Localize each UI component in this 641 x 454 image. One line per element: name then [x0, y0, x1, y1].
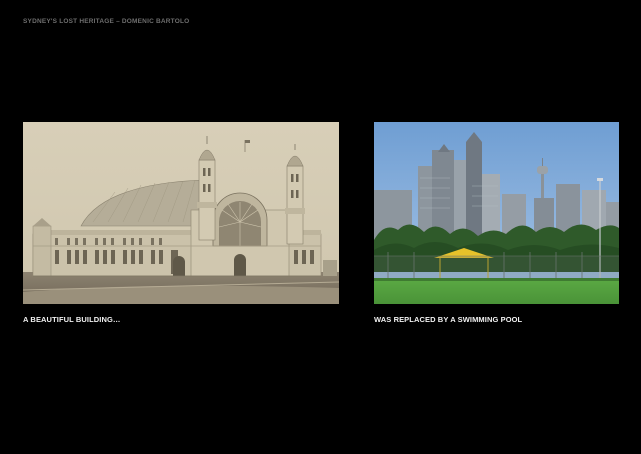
- panel-after: WAS REPLACED BY A SWIMMING POOL: [374, 122, 619, 324]
- page-header: SYDNEY'S LOST HERITAGE – DOMENIC BARTOLO: [23, 18, 190, 25]
- historic-building-photo: [23, 122, 339, 304]
- caption-after: WAS REPLACED BY A SWIMMING POOL: [374, 315, 523, 324]
- swimming-pool-photo: [374, 122, 619, 304]
- caption-before: A BEAUTIFUL BUILDING…: [23, 315, 121, 324]
- panel-before: A BEAUTIFUL BUILDING…: [23, 122, 339, 324]
